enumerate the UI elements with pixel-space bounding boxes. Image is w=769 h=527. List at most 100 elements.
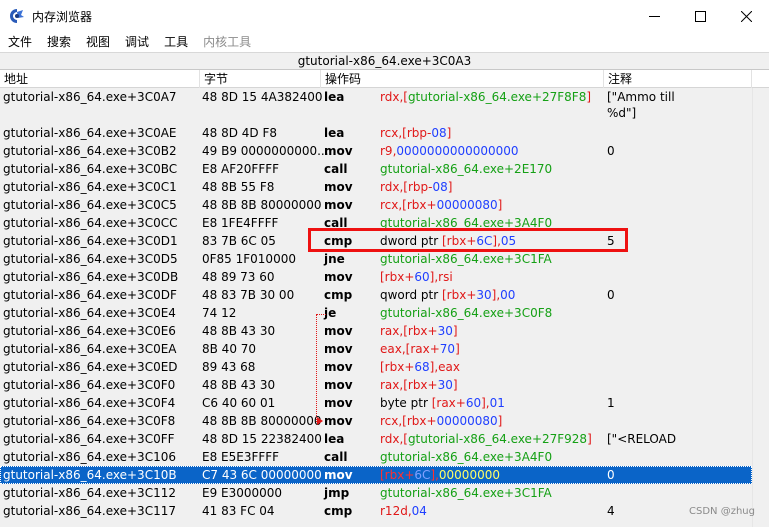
disassembly-list[interactable]: gtutorial-x86_64.exe+3C0A7 48 8D 15 4A382… [0, 88, 752, 527]
operand-part: r12d, [380, 504, 412, 518]
operand-part: rcx,[rbx+ [380, 414, 437, 428]
row-operands: rcx,[rbx+00000080] [380, 196, 502, 214]
close-button[interactable] [723, 0, 769, 32]
row-operands: gtutorial-x86_64.exe+3A4F0 [380, 214, 552, 232]
row-comment: ["Ammo till %d"] [607, 90, 675, 120]
row-address: gtutorial-x86_64.exe+3C0C1 [3, 180, 177, 194]
operand-part: ], [481, 396, 490, 410]
table-row[interactable]: gtutorial-x86_64.exe+3C0F4 C6 40 60 01 mov… [0, 394, 752, 412]
operand-part: rdx,[ [380, 90, 408, 104]
table-row[interactable]: gtutorial-x86_64.exe+3C0CC E8 1FE4FFFF cal… [0, 214, 752, 232]
operand-part: [rbx+ [380, 468, 415, 482]
operand-part: [rbx+ [380, 270, 415, 284]
row-opcode: mov [324, 468, 353, 482]
menu-tools[interactable]: 工具 [156, 32, 195, 52]
menu-file[interactable]: 文件 [0, 32, 39, 52]
jump-arrow-icon [317, 417, 323, 425]
table-row[interactable]: gtutorial-x86_64.exe+3C0EA 8B 40 70 mov eax… [0, 340, 752, 358]
table-row[interactable]: gtutorial-x86_64.exe+3C112 E9 E3000000 jmp… [0, 484, 752, 502]
row-bytes: 89 43 68 [202, 360, 256, 374]
operand-part: ],rsi [429, 270, 453, 284]
menu-debug[interactable]: 调试 [117, 32, 156, 52]
column-header-bytes[interactable]: 字节 [200, 70, 321, 88]
row-address: gtutorial-x86_64.exe+3C0F8 [3, 414, 176, 428]
operand-part: ] [455, 342, 460, 356]
row-opcode: mov [324, 144, 353, 158]
table-row[interactable]: gtutorial-x86_64.exe+3C0DF 48 83 7B 30 00… [0, 286, 752, 304]
operand-part: 30 [437, 324, 453, 338]
operand-part: ] [497, 198, 503, 212]
row-opcode: cmp [324, 234, 353, 248]
operand-part: [rbx+ [442, 234, 477, 248]
operand-part: 00000080 [436, 414, 498, 428]
row-operands: rdx,[gtutorial-x86_64.exe+27F8F8] [380, 88, 591, 106]
menu-search[interactable]: 搜索 [39, 32, 78, 52]
row-comment: 1 [607, 396, 615, 410]
row-address: gtutorial-x86_64.exe+3C0A7 [3, 90, 177, 104]
row-operands: qword ptr [rbx+30],00 [380, 286, 515, 304]
operand-part: ] [452, 324, 458, 338]
menu-view[interactable]: 视图 [78, 32, 117, 52]
operand-part: gtutorial-x86_64.exe+27F8F8 [407, 90, 587, 104]
vertical-scrollbar[interactable] [752, 88, 769, 527]
row-operands: [rbx+6C],00000000 [380, 466, 500, 484]
row-bytes: 83 7B 6C 05 [202, 234, 276, 248]
row-opcode: mov [324, 324, 353, 338]
title-bar[interactable]: 内存浏览器 [0, 0, 769, 32]
row-bytes: 48 8B 8B 80000000 [202, 414, 322, 428]
row-operands: rax,[rbx+30] [380, 376, 458, 394]
row-bytes: E8 AF20FFFF [202, 162, 280, 176]
row-bytes: 48 83 7B 30 00 [202, 288, 295, 302]
operand-part: gtutorial-x86_64.exe+2E170 [380, 162, 553, 176]
operand-part: 00000000 [438, 468, 500, 482]
table-row[interactable]: gtutorial-x86_64.exe+3C0FF 48 8D 15 22382… [0, 430, 752, 448]
table-row[interactable]: gtutorial-x86_64.exe+3C0A7 48 8D 15 4A382… [0, 88, 752, 124]
table-row[interactable]: gtutorial-x86_64.exe+3C0F8 48 8B 8B 80000… [0, 412, 752, 430]
table-row[interactable]: gtutorial-x86_64.exe+3C0E6 48 8B 43 30 mov… [0, 322, 752, 340]
operand-part: rdx,[ [380, 432, 408, 446]
row-opcode: mov [324, 396, 353, 410]
column-header-comment[interactable]: 注释 [604, 70, 752, 88]
column-header-address[interactable]: 地址 [0, 70, 200, 88]
operand-part: 00000080 [436, 198, 498, 212]
table-row[interactable]: gtutorial-x86_64.exe+3C106 E8 E5E3FFFF cal… [0, 448, 752, 466]
operand-part: 01 [489, 396, 505, 410]
table-row[interactable]: gtutorial-x86_64.exe+3C0C1 48 8B 55 F8 mov… [0, 178, 752, 196]
operand-part: [rax+ [431, 396, 466, 410]
row-operands: gtutorial-x86_64.exe+2E170 [380, 160, 552, 178]
row-address: gtutorial-x86_64.exe+3C10B [3, 468, 177, 482]
operand-part: 60 [414, 270, 430, 284]
table-row[interactable]: gtutorial-x86_64.exe+3C0C5 48 8B 8B 80000… [0, 196, 752, 214]
operand-part: ],eax [429, 360, 461, 374]
table-row[interactable]: gtutorial-x86_64.exe+3C0ED 89 43 68 mov [rb… [0, 358, 752, 376]
current-address-label: gtutorial-x86_64.exe+3C0A3 [0, 52, 769, 70]
table-row[interactable]: gtutorial-x86_64.exe+3C0F0 48 8B 43 30 mov… [0, 376, 752, 394]
table-row[interactable]: gtutorial-x86_64.exe+3C0DB 48 89 73 60 mov… [0, 268, 752, 286]
minimize-button[interactable] [631, 0, 677, 32]
operand-part: eax,[rax+ [380, 342, 440, 356]
operand-part: 60 [465, 396, 482, 410]
operand-part: gtutorial-x86_64.exe+3C1FA [380, 486, 552, 500]
operand-part: gtutorial-x86_64.exe+3A4F0 [380, 450, 553, 464]
table-row[interactable]: gtutorial-x86_64.exe+3C0D5 0F85 1F010000 j… [0, 250, 752, 268]
row-address: gtutorial-x86_64.exe+3C0B2 [3, 144, 177, 158]
row-address: gtutorial-x86_64.exe+3C0BC [3, 162, 178, 176]
table-row[interactable]: gtutorial-x86_64.exe+3C0AE 48 8D 4D F8 lea… [0, 124, 752, 142]
row-bytes: E8 1FE4FFFF [202, 216, 279, 230]
operand-part: dword ptr [380, 234, 442, 248]
table-row[interactable]: gtutorial-x86_64.exe+3C0E4 74 12 je gtutori… [0, 304, 752, 322]
table-row[interactable]: gtutorial-x86_64.exe+3C117 41 83 FC 04 cmp… [0, 502, 752, 520]
table-row[interactable]: gtutorial-x86_64.exe+3C0BC E8 AF20FFFF cal… [0, 160, 752, 178]
operand-part: 05 [500, 234, 517, 248]
row-address: gtutorial-x86_64.exe+3C0E6 [3, 324, 176, 338]
column-header-opcode[interactable]: 操作码 [321, 70, 604, 88]
table-row[interactable]: gtutorial-x86_64.exe+3C0B2 49 B9 00000000… [0, 142, 752, 160]
table-row[interactable]: gtutorial-x86_64.exe+3C10B C7 43 6C 00000… [0, 466, 752, 484]
row-operands: gtutorial-x86_64.exe+3C1FA [380, 484, 552, 502]
operand-part: 30 [437, 378, 453, 392]
table-row[interactable]: gtutorial-x86_64.exe+3C0D1 83 7B 6C 05 cmp… [0, 232, 752, 250]
close-icon [740, 10, 752, 22]
operand-part: 08 [432, 180, 448, 194]
maximize-button[interactable] [677, 0, 723, 32]
row-opcode: cmp [324, 504, 353, 518]
